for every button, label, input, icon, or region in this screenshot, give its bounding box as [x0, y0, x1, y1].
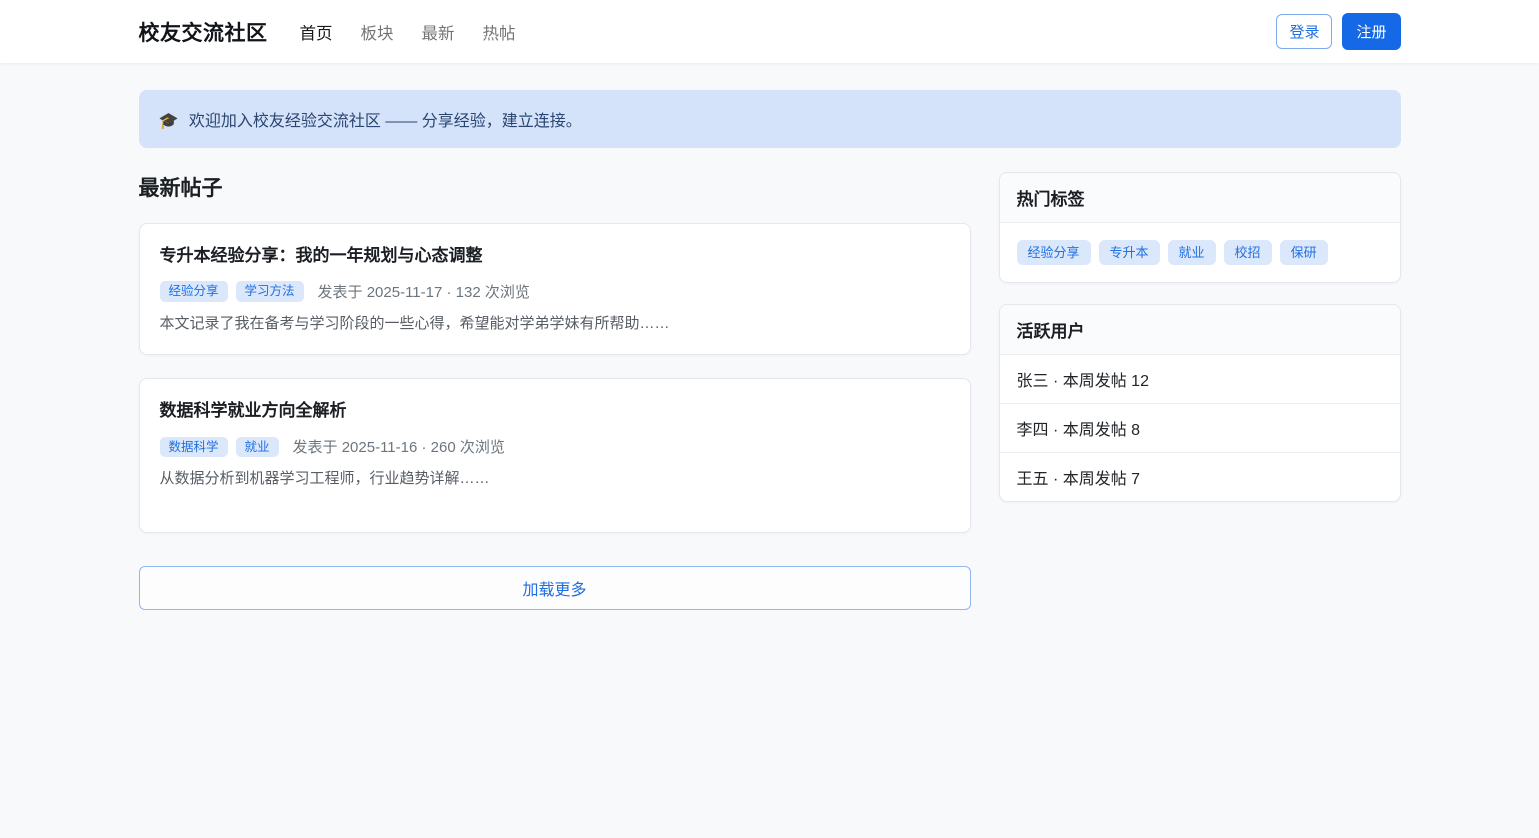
tag-chip[interactable]: 经验分享 — [1017, 240, 1091, 265]
tag-chip[interactable]: 校招 — [1224, 240, 1272, 265]
post-tag: 数据科学 — [160, 437, 228, 458]
nav-link-hot[interactable]: 热帖 — [483, 20, 516, 44]
active-users-list: 张三 · 本周发帖 12 李四 · 本周发帖 8 王五 · 本周发帖 7 — [1000, 355, 1400, 501]
welcome-banner-text: 欢迎加入校友经验交流社区 —— 分享经验，建立连接。 — [189, 113, 582, 130]
post-meta-row: 数据科学 就业 发表于 2025-11-16 · 260 次浏览 — [160, 436, 950, 457]
user-list-item: 张三 · 本周发帖 12 — [1000, 355, 1400, 404]
hot-tags-list: 经验分享 专升本 就业 校招 保研 — [1000, 223, 1400, 282]
nav-link-home[interactable]: 首页 — [300, 20, 333, 44]
post-card[interactable]: 数据科学就业方向全解析 数据科学 就业 发表于 2025-11-16 · 260… — [139, 378, 971, 532]
post-meta: 发表于 2025-11-17 · 132 次浏览 — [318, 281, 530, 302]
hot-tags-card: 热门标签 经验分享 专升本 就业 校招 保研 — [999, 172, 1401, 283]
post-title: 数据科学就业方向全解析 — [160, 396, 950, 421]
nav-link-latest[interactable]: 最新 — [422, 20, 455, 44]
active-users-card: 活跃用户 张三 · 本周发帖 12 李四 · 本周发帖 8 王五 · 本周发帖 … — [999, 304, 1401, 502]
post-tag: 经验分享 — [160, 281, 228, 302]
load-more-button[interactable]: 加载更多 — [139, 566, 971, 610]
post-card[interactable]: 专升本经验分享：我的一年规划与心态调整 经验分享 学习方法 发表于 2025-1… — [139, 223, 971, 355]
nav-actions: 登录 注册 — [1276, 13, 1400, 50]
post-excerpt: 从数据分析到机器学习工程师，行业趋势详解…… — [160, 469, 950, 489]
post-tag: 学习方法 — [236, 281, 304, 302]
brand-logo[interactable]: 校友交流社区 — [139, 17, 268, 47]
welcome-banner: 🎓 欢迎加入校友经验交流社区 —— 分享经验，建立连接。 — [139, 90, 1401, 148]
user-list-item: 李四 · 本周发帖 8 — [1000, 404, 1400, 453]
main-nav: 首页 板块 最新 热帖 — [300, 20, 516, 44]
tag-chip[interactable]: 就业 — [1168, 240, 1216, 265]
post-tag: 就业 — [236, 437, 279, 458]
nav-link-boards[interactable]: 板块 — [361, 20, 394, 44]
navbar: 校友交流社区 首页 板块 最新 热帖 登录 注册 — [0, 0, 1539, 63]
post-excerpt: 本文记录了我在备考与学习阶段的一些心得，希望能对学弟学妹有所帮助…… — [160, 314, 950, 334]
posts-section: 最新帖子 专升本经验分享：我的一年规划与心态调整 经验分享 学习方法 发表于 2… — [139, 172, 971, 610]
active-users-title: 活跃用户 — [1000, 305, 1400, 355]
sidebar: 热门标签 经验分享 专升本 就业 校招 保研 活跃用户 张三 · 本周发帖 12… — [999, 172, 1401, 523]
tag-chip[interactable]: 保研 — [1280, 240, 1328, 265]
user-list-item: 王五 · 本周发帖 7 — [1000, 453, 1400, 501]
post-title: 专升本经验分享：我的一年规划与心态调整 — [160, 241, 950, 266]
login-button[interactable]: 登录 — [1276, 14, 1332, 49]
post-meta: 发表于 2025-11-16 · 260 次浏览 — [293, 436, 505, 457]
graduation-cap-icon: 🎓 — [159, 113, 179, 130]
tag-chip[interactable]: 专升本 — [1099, 240, 1160, 265]
post-meta-row: 经验分享 学习方法 发表于 2025-11-17 · 132 次浏览 — [160, 281, 950, 302]
latest-posts-heading: 最新帖子 — [139, 172, 971, 202]
register-button[interactable]: 注册 — [1342, 13, 1400, 50]
hot-tags-title: 热门标签 — [1000, 173, 1400, 223]
